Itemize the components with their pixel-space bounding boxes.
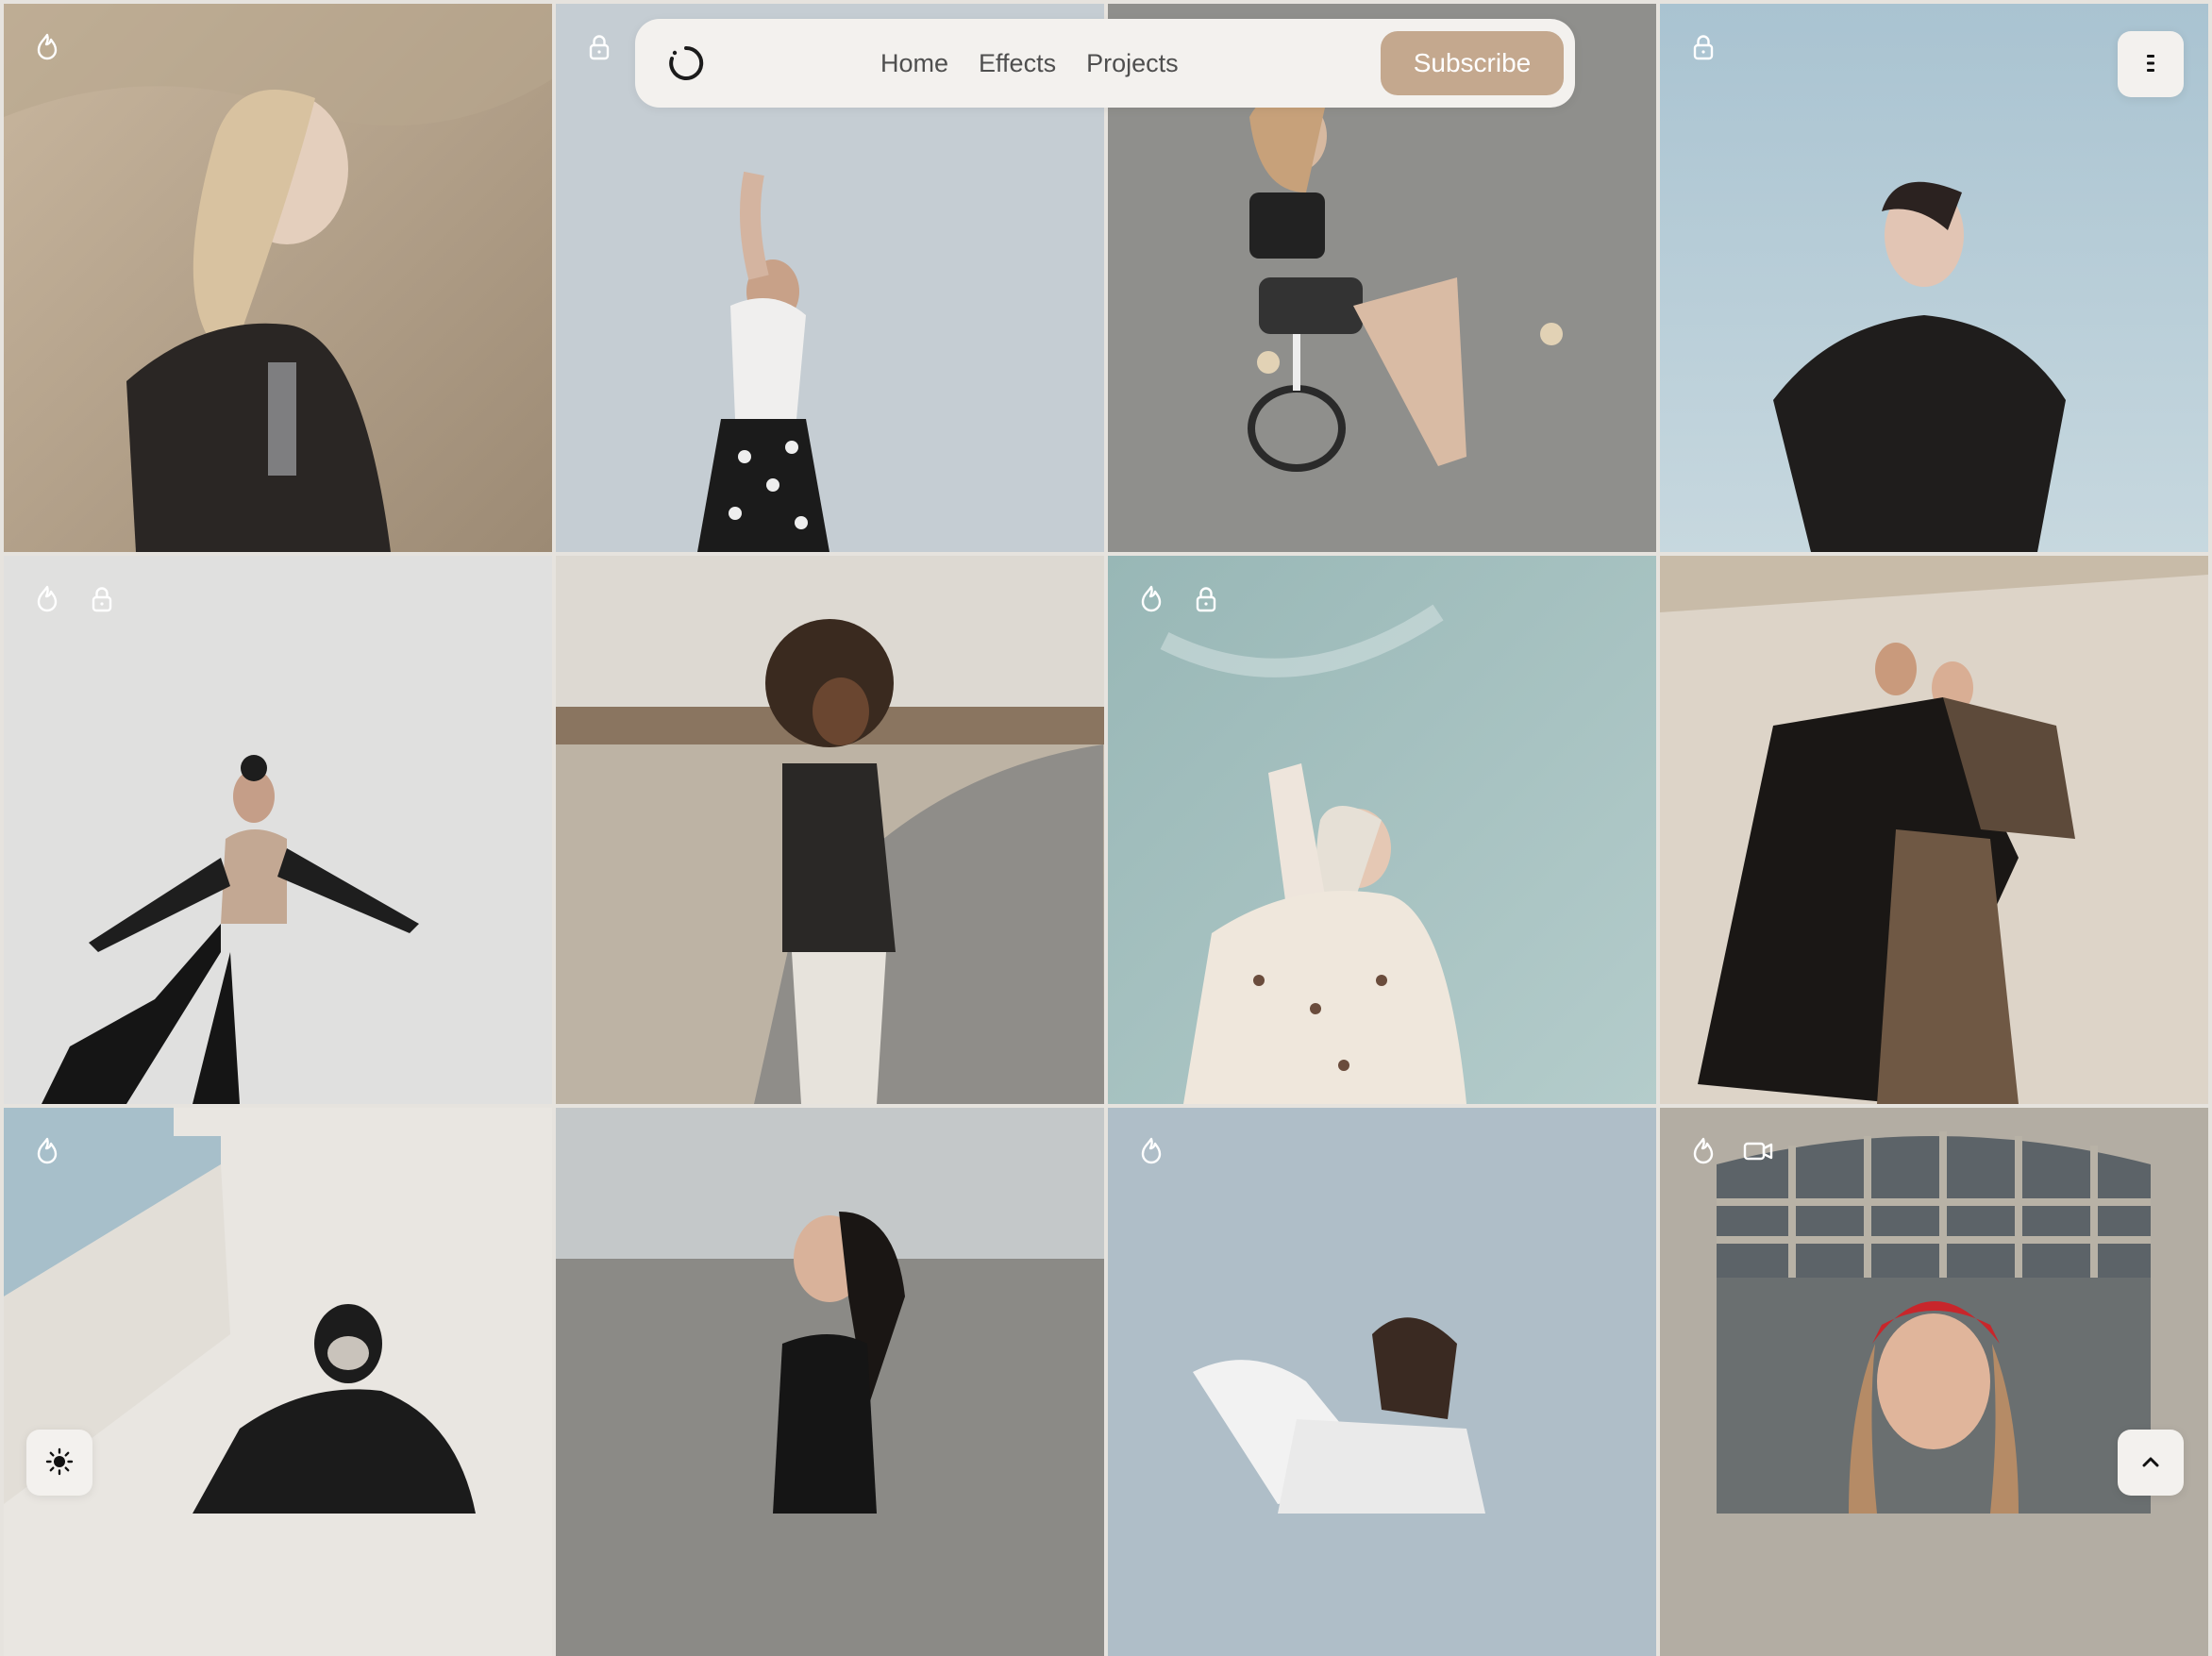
- tile-badges: [582, 30, 616, 64]
- flame-icon: [1134, 582, 1168, 616]
- tile-badges: [1134, 582, 1223, 616]
- photo-woman-leather-jacket: [4, 4, 552, 552]
- primary-nav: Home Effects Projects: [880, 19, 1179, 108]
- lock-icon: [1189, 582, 1223, 616]
- tile-badges: [1686, 30, 1720, 64]
- chevron-up-icon: [2136, 1447, 2166, 1480]
- flame-icon: [1686, 1134, 1720, 1168]
- vertical-dots-icon: [2136, 48, 2166, 81]
- tile-badges: [30, 582, 119, 616]
- flame-icon: [30, 582, 64, 616]
- gallery-tile[interactable]: [4, 1108, 552, 1656]
- photo-woman-floral-dress: [1108, 556, 1656, 1104]
- lock-icon: [582, 30, 616, 64]
- photo-woman-afro-road: [556, 556, 1104, 1104]
- photo-woman-red-beanie: [1660, 1108, 2208, 1656]
- theme-toggle-button[interactable]: [26, 1430, 92, 1496]
- gallery-tile[interactable]: [1660, 556, 2208, 1104]
- menu-button[interactable]: [2118, 31, 2184, 97]
- lock-icon: [1686, 30, 1720, 64]
- logo-spinner-icon[interactable]: [668, 45, 704, 81]
- photo-girl-white-fabric: [1108, 1108, 1656, 1656]
- gallery-tile[interactable]: [4, 556, 552, 1104]
- gallery-tile[interactable]: [4, 4, 552, 552]
- tile-badges: [30, 30, 64, 64]
- top-nav-bar: Home Effects Projects Subscribe: [635, 19, 1575, 108]
- flame-icon: [30, 1134, 64, 1168]
- photo-woman-beach: [556, 1108, 1104, 1656]
- gallery-tile[interactable]: [556, 1108, 1104, 1656]
- gallery-tile[interactable]: [1660, 1108, 2208, 1656]
- video-camera-icon: [1741, 1134, 1775, 1168]
- photo-woman-black-boots: [4, 556, 552, 1104]
- flame-icon: [30, 30, 64, 64]
- tile-badges: [1686, 1134, 1775, 1168]
- nav-link-effects[interactable]: Effects: [979, 49, 1056, 78]
- photo-group-on-sand: [1660, 556, 2208, 1104]
- lock-icon: [85, 582, 119, 616]
- gallery-tile[interactable]: [556, 556, 1104, 1104]
- gallery-tile[interactable]: [1108, 556, 1656, 1104]
- nav-link-projects[interactable]: Projects: [1086, 49, 1179, 78]
- subscribe-button[interactable]: Subscribe: [1381, 31, 1564, 95]
- sun-icon: [44, 1447, 75, 1480]
- gallery-tile[interactable]: [1108, 1108, 1656, 1656]
- tile-badges: [30, 1134, 64, 1168]
- tile-badges: [1134, 1134, 1168, 1168]
- scroll-to-top-button[interactable]: [2118, 1430, 2184, 1496]
- flame-icon: [1134, 1134, 1168, 1168]
- photo-gallery: [4, 4, 2208, 1656]
- nav-link-home[interactable]: Home: [880, 49, 948, 78]
- photo-person-hoodie: [4, 1108, 552, 1656]
